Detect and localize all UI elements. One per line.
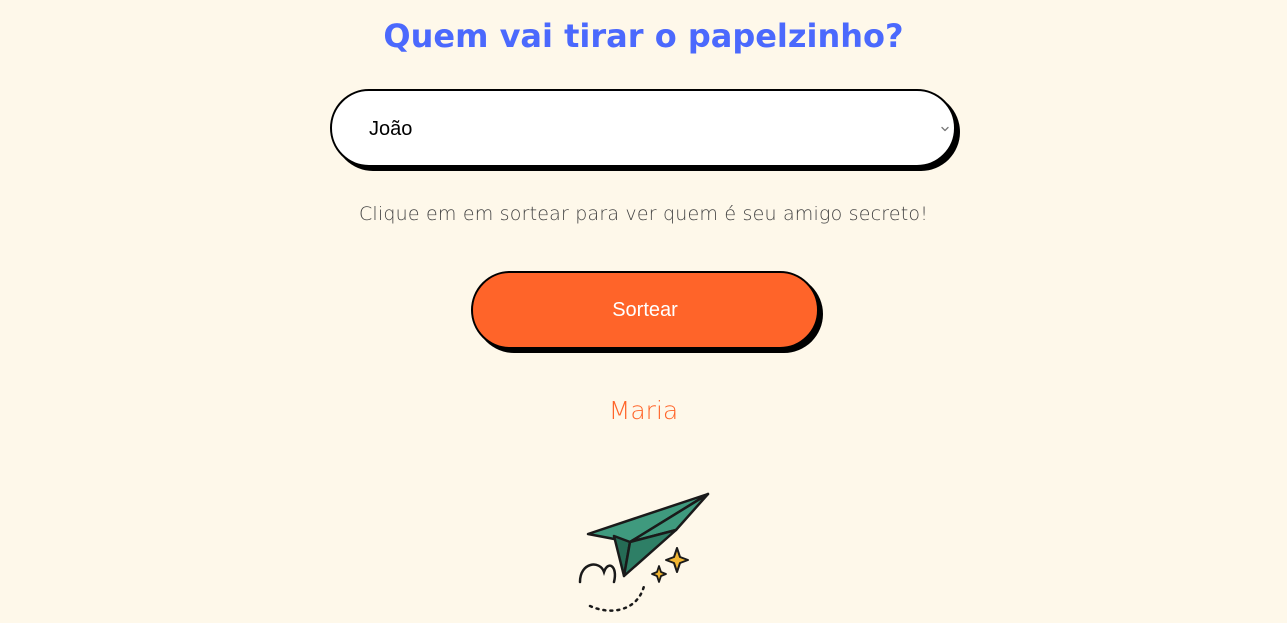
page-title: Quem vai tirar o papelzinho? (383, 17, 904, 55)
page: Quem vai tirar o papelzinho? João Clique… (0, 0, 1287, 623)
draw-result: Maria (608, 396, 679, 425)
instructions-text: Clique em em sortear para ver quem é seu… (358, 203, 929, 225)
participant-select-value: João (369, 118, 413, 140)
draw-button[interactable]: Sortear (471, 271, 819, 349)
paper-plane-icon (578, 492, 710, 612)
chevron-down-icon (941, 126, 949, 132)
participant-select[interactable]: João (330, 89, 956, 167)
